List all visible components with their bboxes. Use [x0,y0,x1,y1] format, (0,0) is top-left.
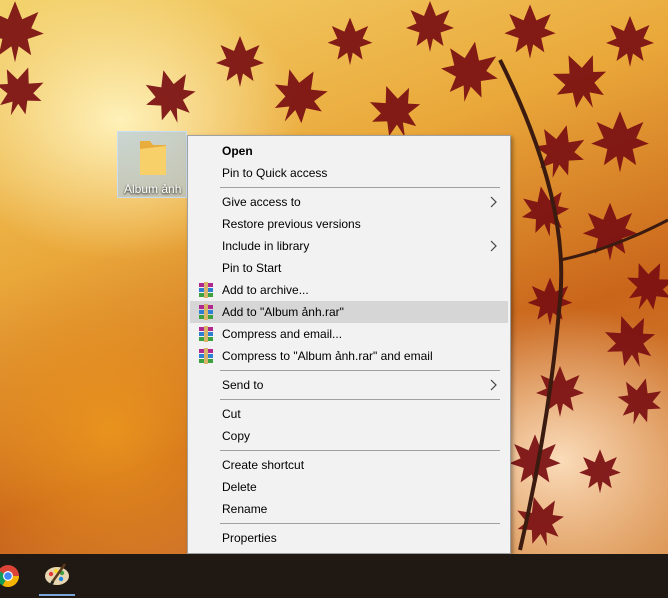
taskbar-paint-button[interactable] [35,554,79,598]
winrar-icon [199,304,213,320]
menu-separator [220,450,500,451]
menu-item-copy[interactable]: Copy [190,425,508,447]
winrar-icon [199,326,213,342]
menu-item-restore-previous-versions[interactable]: Restore previous versions [190,213,508,235]
active-app-indicator [39,594,75,596]
menu-separator [220,523,500,524]
menu-item-compress-and-email[interactable]: Compress and email... [190,323,508,345]
menu-item-cut[interactable]: Cut [190,403,508,425]
chevron-right-icon [490,240,497,252]
menu-separator [220,399,500,400]
chevron-right-icon [490,379,497,391]
menu-item-send-to[interactable]: Send to [190,374,508,396]
menu-item-give-access-to[interactable]: Give access to [190,191,508,213]
menu-item-properties[interactable]: Properties [190,527,508,549]
winrar-icon [199,282,213,298]
context-menu: Open Pin to Quick access Give access to … [187,135,511,554]
menu-item-compress-to-rar-and-email[interactable]: Compress to "Album ảnh.rar" and email [190,345,508,367]
paint-icon [45,563,69,586]
folder-icon [140,141,166,175]
menu-item-pin-quick-access[interactable]: Pin to Quick access [190,162,508,184]
menu-item-open[interactable]: Open [190,140,508,162]
menu-item-rename[interactable]: Rename [190,498,508,520]
desktop-folder-album[interactable]: Album ảnh [117,131,187,198]
menu-item-pin-to-start[interactable]: Pin to Start [190,257,508,279]
chrome-icon [0,565,19,587]
menu-item-include-in-library[interactable]: Include in library [190,235,508,257]
winrar-icon [199,348,213,364]
folder-label: Album ảnh [124,182,182,196]
menu-item-add-to-rar[interactable]: Add to "Album ảnh.rar" [190,301,508,323]
menu-separator [220,370,500,371]
menu-separator [220,187,500,188]
taskbar-chrome-button[interactable] [0,554,30,598]
menu-item-delete[interactable]: Delete [190,476,508,498]
chevron-right-icon [490,196,497,208]
menu-item-create-shortcut[interactable]: Create shortcut [190,454,508,476]
menu-item-add-to-archive[interactable]: Add to archive... [190,279,508,301]
taskbar [0,554,668,598]
